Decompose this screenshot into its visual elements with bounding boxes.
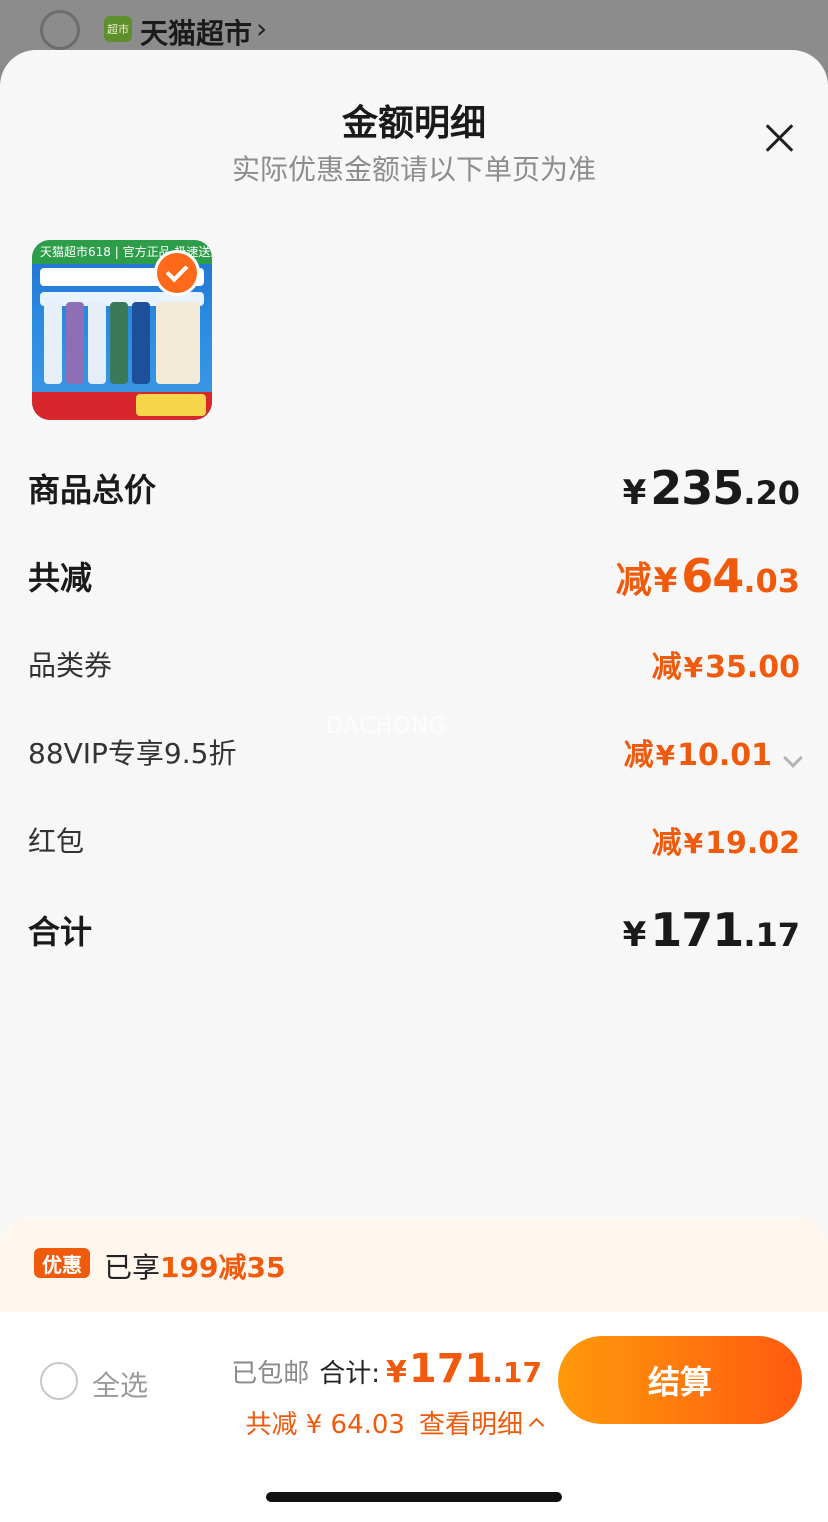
row-category-coupon: 品类券 减 ¥ 35 .00 [28,634,800,694]
watermark: DACHONG [326,714,447,739]
chevron-up-icon [528,1417,545,1434]
currency-symbol: ¥ [622,915,647,955]
checkout-footer: 全选 已包邮 合计: ¥ 171 .17 共减 ¥ 64.03 查看明细 结算 [0,1312,828,1522]
thumbnail-authentic-tag [136,394,206,416]
row-total-reduce: 共减 减 ¥ 64 .03 [28,546,800,606]
select-all-label[interactable]: 全选 [92,1364,148,1404]
currency-symbol: ¥ [683,827,704,860]
select-all-radio-icon[interactable] [40,1362,78,1400]
toothpaste-tube-image [132,302,150,384]
promo-text-highlight: 199减35 [160,1251,286,1284]
view-detail-label: 查看明细 [418,1410,523,1440]
category-coupon-value: 减 ¥ 35 .00 [652,642,800,686]
total-reduce-dec: .03 [743,562,800,600]
footer-reduce-line: 共减 ¥ 64.03 查看明细 [245,1404,545,1441]
product-box-image [156,302,200,384]
category-coupon-int: 35 [705,650,747,685]
tmall-supermarket-badge: 超市 [104,16,132,42]
footer-total-int: 171 [408,1346,493,1392]
toothpaste-tube-image [44,302,62,384]
category-coupon-label: 品类券 [28,649,113,682]
subtotal-label: 商品总价 [28,471,157,509]
row-red-packet: 红包 减 ¥ 19 .02 [28,810,800,870]
chevron-down-icon[interactable] [783,748,803,768]
store-name[interactable]: 天猫超市 [140,12,252,52]
home-indicator [266,1492,562,1502]
total-value: ¥ 171 .17 [623,903,800,957]
currency-symbol: ¥ [622,473,647,513]
currency-symbol: ¥ [386,1355,407,1390]
footer-reduce-text: 共减 ¥ 64.03 [245,1410,405,1440]
reduce-prefix: 减 [651,826,682,861]
total-label: 合计 [28,913,93,951]
sheet-subtitle: 实际优惠金额请以下单页为准 [231,153,596,186]
toothpaste-tube-image [110,302,128,384]
toothpaste-tube-image [66,302,84,384]
subtotal-int: 235 [650,461,744,515]
currency-symbol: ¥ [653,561,678,601]
close-icon[interactable] [756,116,802,162]
promo-text-prefix: 已享 [104,1251,161,1284]
currency-symbol: ¥ [655,739,676,772]
promo-tag: 优惠 [34,1248,90,1278]
reduce-prefix: 减 [651,650,682,685]
footer-total-dec: .17 [492,1356,542,1389]
row-subtotal: 商品总价 ¥ 235 .20 [28,458,800,518]
promo-bar: 优惠 已享199减35 [0,1218,828,1312]
chevron-right-icon[interactable]: › [256,12,267,45]
promo-text: 已享199减35 [104,1246,285,1286]
red-packet-dec: .02 [746,826,800,861]
sheet-title: 金额明细 [341,103,486,144]
checkout-button[interactable]: 结算 [558,1336,802,1424]
footer-total-line: 已包邮 合计: ¥ 171 .17 [231,1346,542,1392]
row-total: 合计 ¥ 171 .17 [28,900,800,960]
total-int: 171 [650,903,744,957]
reduce-prefix: 减 [615,560,652,601]
vip-discount-label: 88VIP专享9.5折 [28,737,237,770]
red-packet-int: 19 [705,826,747,861]
vip-discount-value[interactable]: 减 ¥ 10 .01 [623,730,803,774]
red-packet-label: 红包 [28,825,85,858]
category-coupon-dec: .00 [746,650,800,685]
red-packet-value: 减 ¥ 19 .02 [652,818,800,862]
vip-discount-int: 10 [677,738,719,773]
view-detail-link[interactable]: 查看明细 [418,1404,545,1441]
amount-detail-sheet: 金额明细 实际优惠金额请以下单页为准 天猫超市618 | 官方正品 极速送达 商… [0,50,828,1522]
subtotal-dec: .20 [743,474,800,512]
footer-total-value: ¥ 171 .17 [386,1346,542,1392]
total-reduce-value: 减 ¥ 64 .03 [616,549,800,603]
total-reduce-int: 64 [681,549,744,603]
toothpaste-tube-image [88,302,106,384]
subtotal-value: ¥ 235 .20 [623,461,800,515]
total-dec: .17 [743,916,800,954]
currency-symbol: ¥ [683,651,704,684]
vip-discount-dec: .01 [718,738,772,773]
check-icon[interactable] [154,250,200,296]
store-radio-icon[interactable] [40,10,80,50]
footer-total-label: 合计: [319,1359,381,1389]
free-shipping-label: 已包邮 [231,1359,310,1389]
total-reduce-label: 共减 [28,559,93,597]
reduce-prefix: 减 [623,738,654,773]
